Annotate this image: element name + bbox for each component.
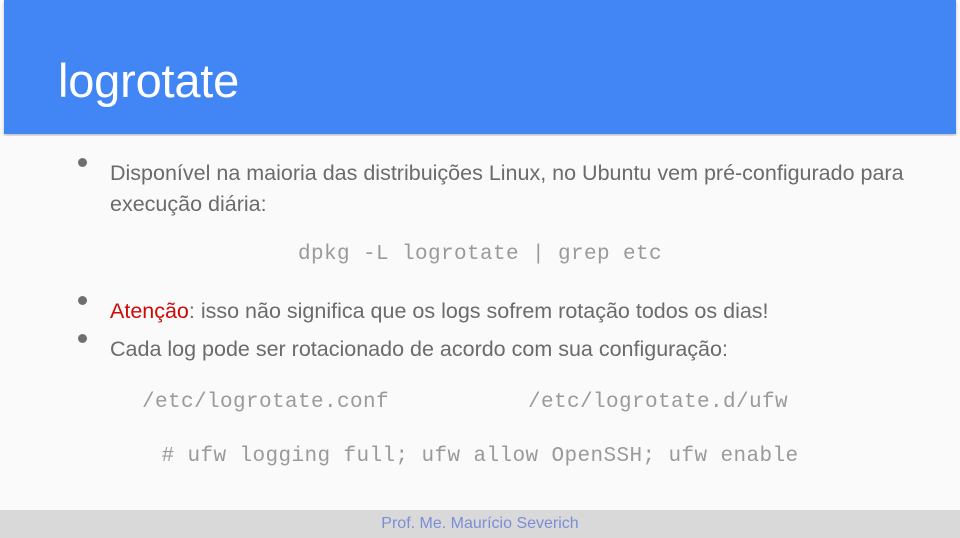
footer-author: Prof. Me. Maurício Severich <box>381 515 579 532</box>
bullet-text-attention: Atenção: isso não significa que os logs … <box>110 299 769 323</box>
bullet-point-icon <box>78 296 87 305</box>
list-item: Cada log pode ser rotacionado de acordo … <box>4 334 768 365</box>
slide-header-banner: logrotate <box>4 0 956 134</box>
code-line-dpkg: dpkg -L logrotate | grep etc <box>4 240 956 270</box>
attention-remainder: : isso não significa que os logs sofrem … <box>188 299 769 323</box>
page-title: logrotate <box>58 54 240 107</box>
attention-label: Atenção <box>110 299 189 323</box>
bullet-text-availability: Disponível na maioria das distribuições … <box>110 161 904 216</box>
bullet-point-icon <box>78 158 87 167</box>
code-text-dpkg: dpkg -L logrotate | grep etc <box>297 243 663 266</box>
code-text-logrotate-conf: /etc/logrotate.conf <box>142 391 390 414</box>
slide-footer: Prof. Me. Maurício Severich <box>0 510 960 538</box>
slide: logrotate Disponível na maioria das dist… <box>0 0 960 538</box>
bullet-text-per-log-config: Cada log pode ser rotacionado de acordo … <box>110 337 728 361</box>
code-text-ufw: # ufw logging full; ufw allow OpenSSH; u… <box>161 445 799 468</box>
code-text-logrotate-d-ufw: /etc/logrotate.d/ufw <box>528 391 789 414</box>
slide-body: Disponível na maioria das distribuições … <box>4 136 956 510</box>
bullet-point-icon <box>78 334 87 343</box>
code-line-ufw: # ufw logging full; ufw allow OpenSSH; u… <box>4 442 956 472</box>
list-item: Atenção: isso não significa que os logs … <box>4 296 809 327</box>
list-item: Disponível na maioria das distribuições … <box>4 158 956 220</box>
